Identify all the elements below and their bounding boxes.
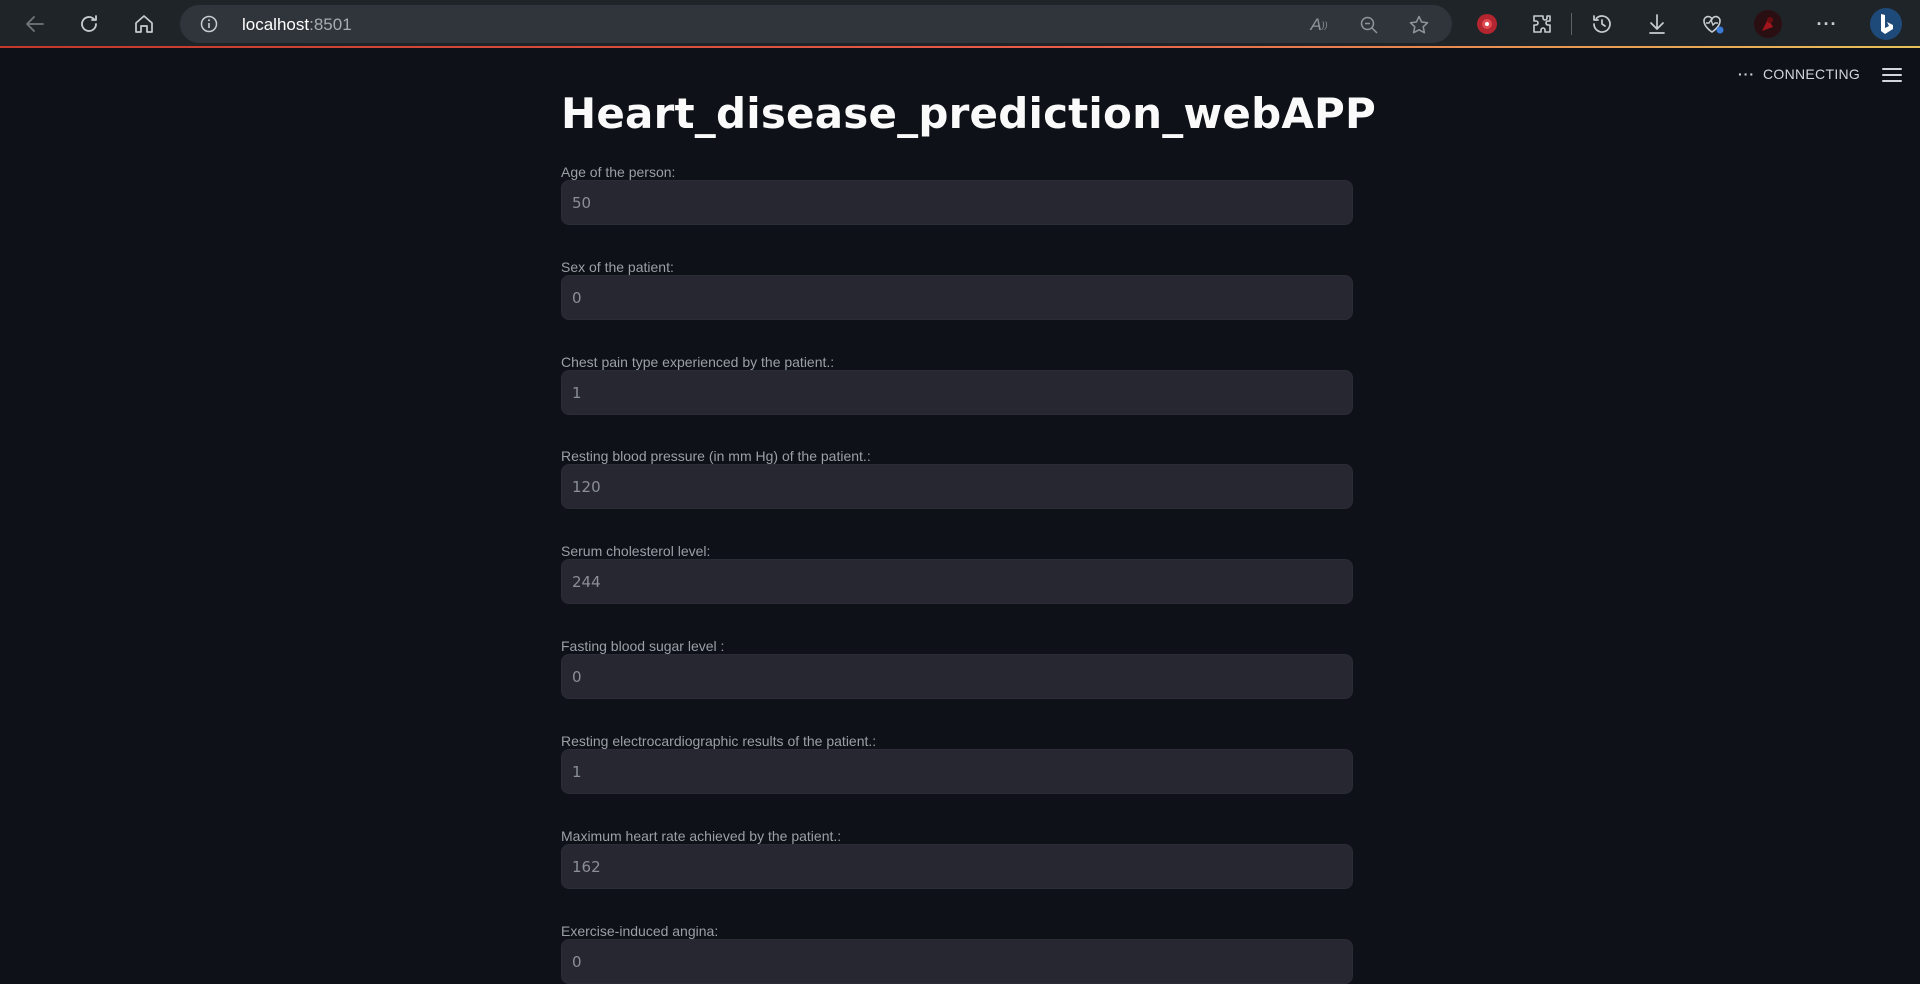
chest-pain-field: Chest pain type experienced by the patie… bbox=[561, 352, 1353, 415]
sex-field: Sex of the patient: bbox=[561, 257, 1353, 320]
chest-pain-input[interactable] bbox=[561, 370, 1353, 415]
exercise-angina-label: Exercise-induced angina: bbox=[561, 923, 719, 939]
fasting-sugar-field: Fasting blood sugar level : bbox=[561, 636, 1353, 699]
cholesterol-label: Serum cholesterol level: bbox=[561, 543, 711, 559]
exercise-angina-field: Exercise-induced angina: bbox=[561, 921, 1353, 984]
main-menu-icon[interactable] bbox=[1882, 66, 1902, 84]
cholesterol-input[interactable] bbox=[561, 559, 1353, 604]
browser-essentials-icon[interactable] bbox=[1698, 9, 1728, 39]
toolbar-divider bbox=[1571, 13, 1572, 35]
resting-ecg-label: Resting electrocardiographic results of … bbox=[561, 733, 877, 749]
sex-input[interactable] bbox=[561, 275, 1353, 320]
more-menu-glyph: ··· bbox=[1816, 13, 1838, 34]
zoom-icon[interactable] bbox=[1358, 14, 1380, 36]
page-loading-line bbox=[0, 46, 1920, 48]
bing-copilot-icon[interactable] bbox=[1869, 7, 1903, 41]
home-icon[interactable] bbox=[128, 8, 160, 40]
chest-pain-label: Chest pain type experienced by the patie… bbox=[561, 354, 835, 370]
page-title: Heart_disease_prediction_webAPP bbox=[561, 89, 1377, 138]
url-port: :8501 bbox=[309, 15, 352, 34]
resting-bp-label: Resting blood pressure (in mm Hg) of the… bbox=[561, 448, 871, 464]
status-text: CONNECTING bbox=[1763, 66, 1861, 82]
read-aloud-glyph: A bbox=[1310, 15, 1322, 34]
extensions-puzzle-icon[interactable] bbox=[1527, 9, 1557, 39]
menu-line bbox=[1882, 80, 1902, 82]
cholesterol-field: Serum cholesterol level: bbox=[561, 541, 1353, 604]
menu-line bbox=[1882, 68, 1902, 70]
age-input[interactable] bbox=[561, 180, 1353, 225]
max-heart-rate-input[interactable] bbox=[561, 844, 1353, 889]
extension-red-icon[interactable] bbox=[1472, 9, 1502, 39]
fasting-sugar-input[interactable] bbox=[561, 654, 1353, 699]
fasting-sugar-label: Fasting blood sugar level : bbox=[561, 638, 725, 654]
resting-bp-input[interactable] bbox=[561, 464, 1353, 509]
menu-line bbox=[1882, 74, 1902, 76]
download-icon[interactable] bbox=[1642, 9, 1672, 39]
address-bar[interactable]: localhost:8501 A)) bbox=[180, 5, 1452, 43]
url-text[interactable]: localhost:8501 bbox=[242, 15, 352, 35]
max-heart-rate-label: Maximum heart rate achieved by the patie… bbox=[561, 828, 842, 844]
status-running-icon: ··· bbox=[1738, 66, 1755, 82]
url-host: localhost bbox=[242, 15, 310, 34]
age-field: Age of the person: bbox=[561, 162, 1353, 225]
resting-ecg-input[interactable] bbox=[561, 749, 1353, 794]
read-aloud-icon[interactable]: A)) bbox=[1308, 14, 1330, 36]
refresh-icon[interactable] bbox=[73, 8, 105, 40]
info-icon[interactable] bbox=[200, 15, 218, 33]
age-label: Age of the person: bbox=[561, 164, 676, 180]
connection-status: ··· CONNECTING bbox=[1738, 66, 1860, 82]
more-menu-icon[interactable]: ··· bbox=[1812, 9, 1842, 39]
browser-toolbar: localhost:8501 A)) ··· bbox=[0, 0, 1920, 48]
resting-ecg-field: Resting electrocardiographic results of … bbox=[561, 731, 1353, 794]
main-content: Heart_disease_prediction_webAPP Age of t… bbox=[561, 84, 1377, 984]
exercise-angina-input[interactable] bbox=[561, 939, 1353, 984]
history-icon[interactable] bbox=[1587, 9, 1617, 39]
max-heart-rate-field: Maximum heart rate achieved by the patie… bbox=[561, 826, 1353, 889]
back-icon[interactable] bbox=[19, 8, 51, 40]
favorite-star-icon[interactable] bbox=[1408, 14, 1430, 36]
resting-bp-field: Resting blood pressure (in mm Hg) of the… bbox=[561, 446, 1353, 509]
profile-avatar-icon[interactable] bbox=[1753, 9, 1783, 39]
sex-label: Sex of the patient: bbox=[561, 259, 674, 275]
